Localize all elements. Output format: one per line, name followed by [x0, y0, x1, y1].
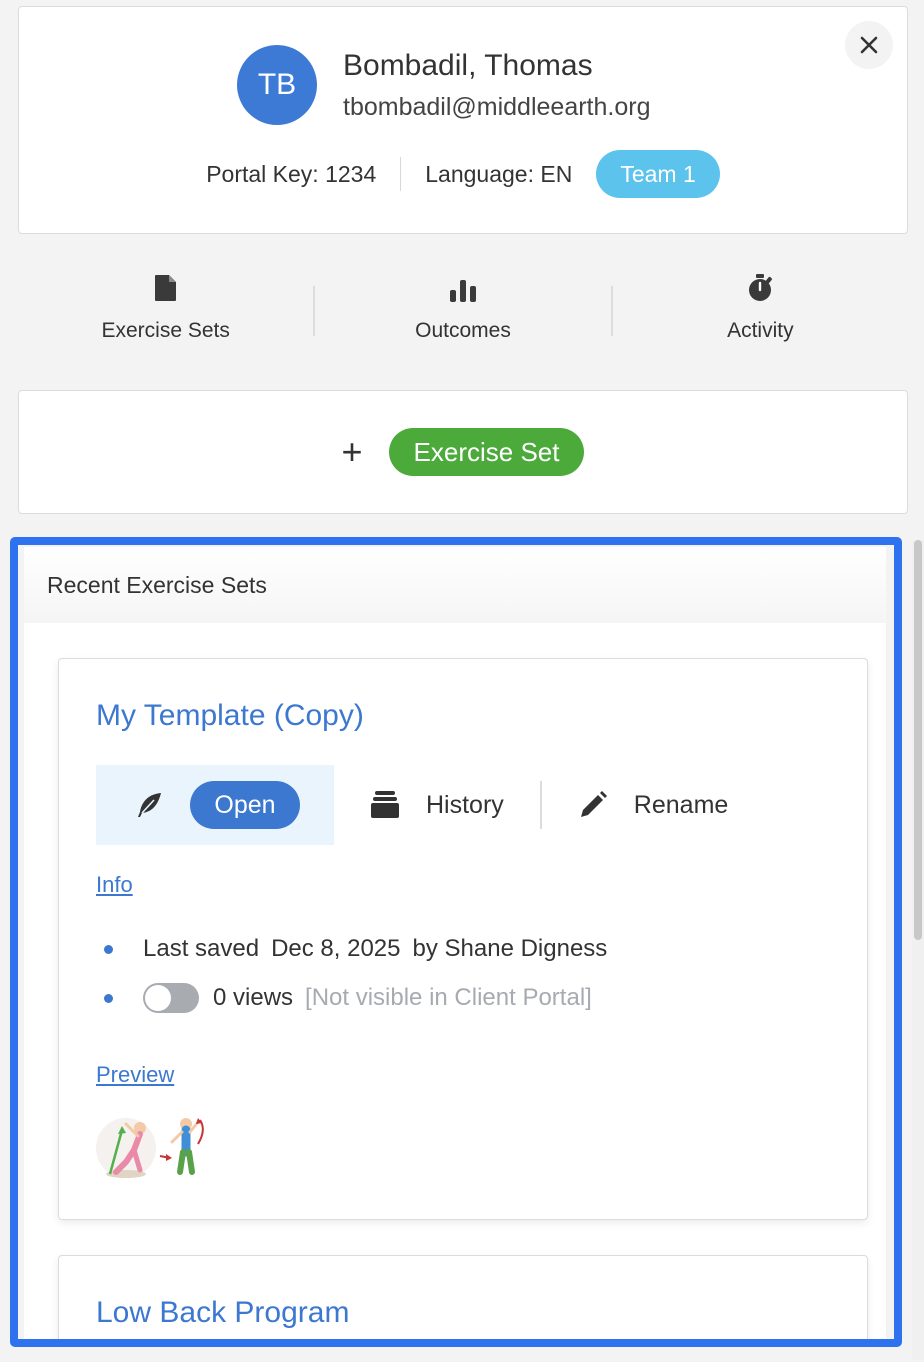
- exercise-set-title[interactable]: My Template (Copy): [96, 699, 364, 733]
- views-line: 0 views [Not visible in Client Portal]: [104, 980, 592, 1016]
- avatar: TB: [237, 45, 317, 125]
- scrollbar-thumb[interactable]: [914, 540, 922, 940]
- exercise-set-title[interactable]: Low Back Program: [96, 1296, 349, 1330]
- file-icon: [154, 275, 176, 301]
- visibility-note: [Not visible in Client Portal]: [305, 984, 592, 1011]
- open-button[interactable]: Open: [190, 781, 300, 829]
- language: Language: EN: [425, 160, 573, 187]
- rename-button[interactable]: Rename: [578, 790, 729, 820]
- history-button[interactable]: History: [370, 791, 504, 820]
- recent-sets-header: Recent Exercise Sets: [24, 547, 886, 623]
- exercise-set-card: Low Back Program: [58, 1255, 868, 1347]
- tab-label: Activity: [727, 319, 794, 342]
- exercise-thumbnails: [96, 1114, 220, 1182]
- rename-label: Rename: [633, 790, 729, 819]
- portal-visibility-toggle[interactable]: [143, 983, 199, 1013]
- saved-by: by Shane Digness: [412, 935, 608, 962]
- exercise-thumbnail-stretch[interactable]: [96, 1114, 158, 1182]
- preview-link[interactable]: Preview: [96, 1062, 174, 1088]
- team-badge[interactable]: Team 1: [596, 150, 720, 198]
- stopwatch-icon: [749, 274, 773, 301]
- plus-icon[interactable]: +: [342, 434, 363, 470]
- client-name: Bombadil, Thomas: [343, 49, 593, 82]
- client-meta-row: Portal Key: 1234 Language: EN Team 1: [19, 149, 907, 199]
- tab-outcomes[interactable]: Outcomes: [315, 262, 610, 362]
- view-count: 0 views: [213, 984, 294, 1011]
- feather-icon: [138, 793, 161, 817]
- exercise-set-card: My Template (Copy) Open History Rename I…: [58, 658, 868, 1220]
- info-link[interactable]: Info: [96, 872, 133, 898]
- tab-exercise-sets[interactable]: Exercise Sets: [18, 262, 313, 362]
- exercise-set-actions: Open History Rename: [96, 765, 728, 845]
- exercise-thumbnail-sidebend[interactable]: [158, 1114, 220, 1182]
- tab-activity[interactable]: Activity: [613, 262, 908, 362]
- client-nav-tabs: Exercise Sets Outcomes Activity: [18, 262, 908, 362]
- tab-label: Exercise Sets: [101, 319, 230, 342]
- layers-icon: [371, 791, 399, 818]
- close-icon: [860, 36, 878, 54]
- add-exercise-set-button[interactable]: Exercise Set: [388, 428, 585, 476]
- client-profile-card: TB Bombadil, Thomas tbombadil@middleeart…: [18, 6, 908, 234]
- last-saved-line: Last saved Dec 8, 2025 by Shane Digness: [104, 931, 607, 967]
- add-exercise-set-card: + Exercise Set: [18, 390, 908, 514]
- recent-exercise-sets-panel: Recent Exercise Sets My Template (Copy) …: [24, 547, 886, 1347]
- portal-key: Portal Key: 1234: [206, 160, 377, 187]
- tab-label: Outcomes: [415, 319, 511, 342]
- bullet: [104, 993, 113, 1003]
- history-label: History: [426, 790, 504, 819]
- pencil-icon: [580, 791, 607, 817]
- bar-chart-icon: [449, 280, 476, 302]
- open-group: Open: [96, 765, 334, 845]
- toggle-knob: [145, 985, 171, 1011]
- last-saved-label: Last saved: [143, 935, 260, 962]
- scrollbar[interactable]: [912, 540, 924, 1360]
- close-button[interactable]: [845, 21, 893, 69]
- action-divider: [539, 781, 542, 829]
- client-email: tbombadil@middleearth.org: [343, 93, 651, 121]
- last-saved-date: Dec 8, 2025: [271, 935, 401, 962]
- meta-divider: [400, 157, 402, 191]
- bullet: [104, 944, 113, 954]
